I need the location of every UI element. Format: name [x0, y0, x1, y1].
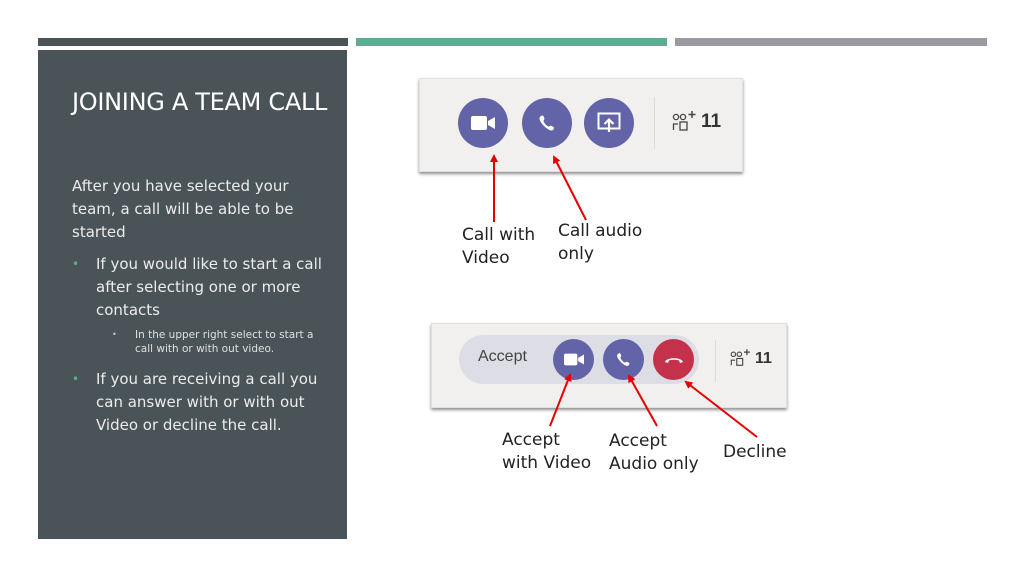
participants-button[interactable]: 11 [672, 111, 721, 133]
label-line: Call with [462, 225, 536, 245]
label-line: Call audio [558, 221, 643, 241]
bullet-item: • If you would like to start a call afte… [72, 253, 322, 322]
participants-button[interactable]: 11 [730, 349, 772, 368]
label-line: Audio only [609, 454, 699, 474]
share-screen-icon [597, 112, 621, 132]
label-line: Accept [609, 431, 667, 451]
phone-icon [539, 115, 555, 131]
add-people-icon [730, 349, 750, 366]
toolbar-separator [654, 97, 655, 149]
accent-bar-teal [356, 38, 667, 46]
label-accept-with-video: Accept with Video [502, 429, 591, 475]
bullet-dot: • [72, 257, 80, 271]
accent-bar-gray [675, 38, 987, 46]
add-people-icon [672, 111, 696, 131]
share-screen-button[interactable] [584, 98, 634, 148]
decline-button[interactable] [653, 339, 694, 380]
video-camera-icon [471, 116, 495, 130]
video-call-button[interactable] [458, 98, 508, 148]
participants-count: 11 [701, 111, 722, 132]
label-call-audio-only: Call audio only [558, 220, 642, 266]
incoming-call-toolbar: Accept 11 [431, 323, 787, 408]
sub-bullet-text: In the upper right select to start a cal… [135, 329, 314, 355]
label-line: Accept [502, 430, 560, 450]
label-accept-audio-only: Accept Audio only [609, 430, 699, 476]
sub-bullet-item: • In the upper right select to start a c… [72, 328, 322, 356]
phone-icon [617, 353, 630, 366]
accept-audio-button[interactable] [603, 339, 644, 380]
accent-bar-dark [38, 38, 348, 46]
hang-up-icon [664, 357, 683, 363]
bullet-text: If you are receiving a call you can answ… [96, 370, 318, 434]
bullet-text: If you would like to start a call after … [96, 255, 322, 319]
label-line: Video [462, 248, 510, 268]
label-call-with-video: Call with Video [462, 224, 535, 270]
call-toolbar: 11 [419, 78, 743, 172]
accept-label: Accept [478, 348, 527, 365]
bullet-dot: • [112, 330, 117, 339]
bullet-dot: • [72, 372, 80, 386]
video-camera-icon [563, 353, 584, 366]
bullet-item: • If you are receiving a call you can an… [72, 368, 322, 437]
label-decline: Decline [723, 442, 787, 462]
bullet-list: • If you would like to start a call afte… [72, 253, 322, 443]
label-line: only [558, 244, 594, 264]
text-panel: JOINING A TEAM CALL After you have selec… [38, 50, 347, 539]
label-line: with Video [502, 453, 592, 473]
toolbar-separator [715, 340, 716, 382]
participants-count: 11 [755, 349, 772, 367]
audio-call-button[interactable] [522, 98, 572, 148]
slide-title: JOINING A TEAM CALL [72, 88, 328, 116]
accept-video-button[interactable] [553, 339, 594, 380]
intro-text: After you have selected your team, a cal… [72, 177, 294, 241]
